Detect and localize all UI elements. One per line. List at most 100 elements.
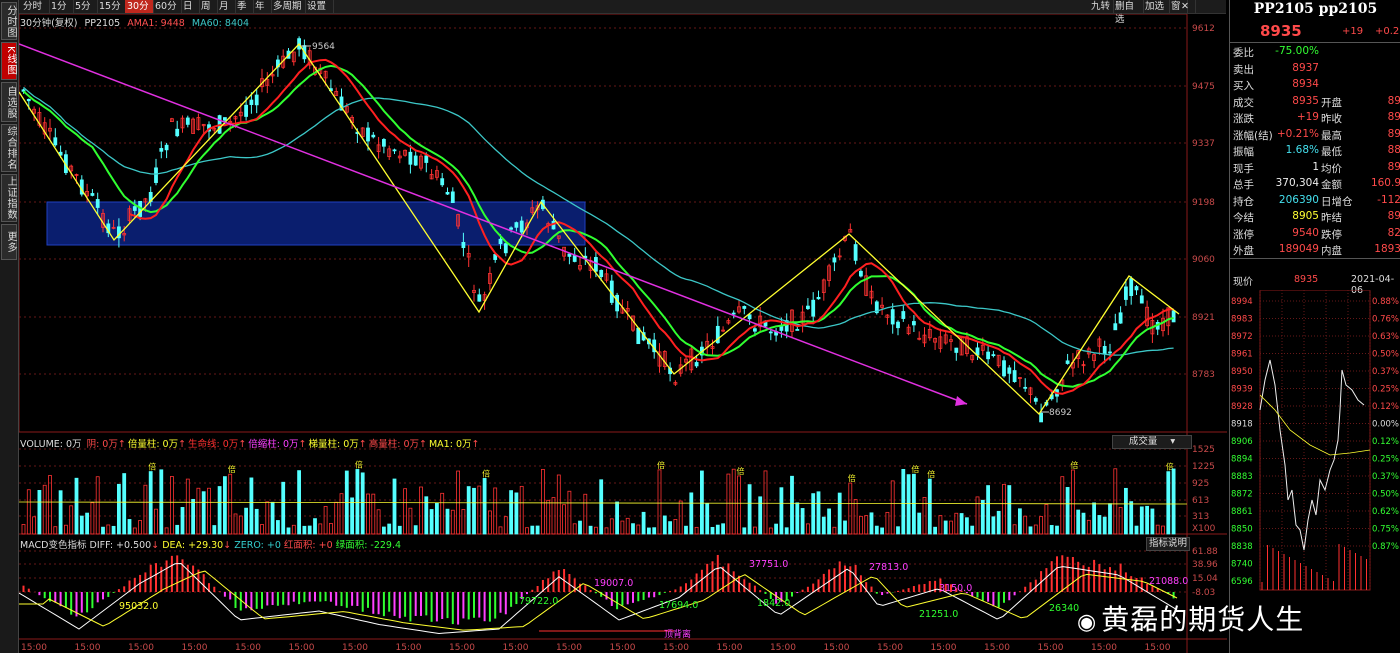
volume-bar bbox=[413, 525, 418, 535]
indicator-help-button[interactable]: 指标说明 bbox=[1146, 537, 1190, 551]
candle bbox=[1113, 323, 1118, 331]
period-tab-8[interactable]: 月 bbox=[217, 0, 236, 13]
time-axis-label: 15:00 bbox=[182, 643, 208, 653]
volume-bar bbox=[482, 478, 487, 535]
volume-bar bbox=[180, 507, 185, 535]
mini-price-tick: 8906 bbox=[1231, 437, 1253, 447]
candle bbox=[519, 220, 524, 233]
volume-bar bbox=[381, 526, 386, 535]
weibo-icon: ◉ bbox=[1077, 610, 1098, 635]
period-tab-9[interactable]: 季 bbox=[235, 0, 254, 13]
macd-area-label: 3150.0 bbox=[939, 583, 972, 594]
mini-pct-tick: 0.50% bbox=[1372, 350, 1399, 360]
toolbar-right-button-2[interactable]: 加选 bbox=[1143, 0, 1170, 13]
volume-bar bbox=[1134, 525, 1139, 535]
candle bbox=[1065, 360, 1070, 364]
volume-bar bbox=[848, 482, 853, 535]
volume-bar bbox=[1012, 524, 1017, 535]
volume-bar bbox=[323, 506, 328, 535]
candle bbox=[408, 151, 413, 165]
volume-bar bbox=[970, 525, 975, 535]
volume-indicator-dropdown[interactable]: 成交量 ▾ bbox=[1112, 435, 1192, 449]
candle bbox=[795, 329, 800, 331]
period-tab-10[interactable]: 年 bbox=[253, 0, 272, 13]
tab-kline[interactable]: K线图 bbox=[1, 42, 17, 80]
quote-row-label: 持仓 bbox=[1233, 195, 1254, 208]
volume-bar bbox=[965, 517, 969, 535]
period-tab-0[interactable]: 分时 bbox=[21, 0, 50, 13]
volume-bar bbox=[185, 478, 190, 535]
time-axis-label: 15:00 bbox=[770, 643, 796, 653]
volume-bar bbox=[191, 498, 196, 535]
mini-price-tick: 8972 bbox=[1231, 332, 1253, 342]
mini-pct-tick: 0.88% bbox=[1372, 297, 1399, 307]
volume-bar bbox=[74, 477, 79, 535]
time-axis-label: 15:00 bbox=[503, 643, 529, 653]
high-label: 9564 bbox=[312, 42, 335, 52]
toolbar-right-button-0[interactable]: 九转 bbox=[1089, 0, 1114, 13]
volume-bar bbox=[906, 474, 911, 535]
volume-bar bbox=[328, 522, 333, 535]
quote-row-value: +19 bbox=[1296, 111, 1319, 123]
period-tab-12[interactable]: 设置 bbox=[305, 0, 334, 13]
toolbar-right-button-1[interactable]: 删自选 bbox=[1113, 0, 1144, 25]
quote-row-label: 涨幅(结) bbox=[1233, 129, 1273, 142]
candle bbox=[912, 321, 916, 326]
volume-bar bbox=[434, 502, 439, 535]
volume-bar bbox=[117, 483, 121, 535]
volume-bar bbox=[1049, 525, 1054, 535]
volume-bar bbox=[880, 527, 884, 535]
volume-bar bbox=[567, 490, 572, 535]
volume-bar bbox=[684, 525, 688, 535]
period-tab-5[interactable]: 60分 bbox=[153, 0, 182, 13]
quote-row-value2: 160.9 bbox=[1370, 177, 1400, 189]
time-axis-label: 15:00 bbox=[128, 643, 154, 653]
tab-index[interactable]: 上证指数 bbox=[1, 174, 17, 222]
candle bbox=[1171, 310, 1176, 323]
quote-row-value: 8935 bbox=[1292, 94, 1319, 107]
tab-timeshare[interactable]: 分时图 bbox=[1, 2, 17, 40]
mini-price-tick: 8950 bbox=[1231, 367, 1253, 377]
volume-bar bbox=[673, 518, 678, 535]
period-tab-4[interactable]: 30分 bbox=[125, 0, 154, 13]
volume-bar bbox=[318, 523, 323, 535]
quote-row: 涨停 9540 跌停 82 bbox=[1233, 227, 1400, 242]
quote-row-label: 总手 bbox=[1233, 179, 1254, 191]
period-tab-2[interactable]: 5分 bbox=[73, 0, 98, 13]
volume-bar bbox=[286, 527, 291, 535]
divider bbox=[1230, 42, 1400, 43]
volume-legend-5: 高量柱: 0万 bbox=[368, 439, 420, 450]
period-tab-3[interactable]: 15分 bbox=[97, 0, 126, 13]
volume-bar bbox=[556, 474, 561, 535]
period-tab-1[interactable]: 1分 bbox=[49, 0, 74, 13]
quote-row: 今结 8905 昨结 89 bbox=[1233, 210, 1400, 225]
period-tab-11[interactable]: 多周期 bbox=[271, 0, 306, 13]
kline-chart[interactable]: 9612 9475 9337 9198 9060 8921 8783 9564 8692 1525… bbox=[19, 14, 1227, 653]
candle bbox=[498, 238, 503, 245]
quote-row-value2: 89 bbox=[1387, 127, 1400, 140]
mini-pct-tick: 0.37% bbox=[1372, 472, 1399, 482]
tab-ranking[interactable]: 综合排名 bbox=[1, 124, 17, 172]
volume-bar bbox=[1076, 509, 1081, 535]
ma60-label: MA60: 8404 bbox=[191, 18, 250, 29]
tab-more[interactable]: 更多 bbox=[1, 224, 17, 260]
candle bbox=[366, 127, 370, 142]
candle bbox=[95, 199, 100, 208]
close-icon[interactable]: ✕ bbox=[1179, 0, 1196, 13]
tab-watchlist[interactable]: 自选股 bbox=[1, 82, 17, 122]
volume-bar bbox=[774, 523, 778, 535]
volume-bar bbox=[196, 487, 201, 535]
period-tab-7[interactable]: 周 bbox=[199, 0, 218, 13]
period-tab-6[interactable]: 日 bbox=[181, 0, 200, 13]
mini-pct-tick: 0.25% bbox=[1372, 385, 1399, 395]
volume-bar bbox=[350, 497, 355, 535]
quote-row-label: 振幅 bbox=[1233, 146, 1254, 158]
volume-bar bbox=[201, 491, 206, 535]
quote-row-label: 外盘 bbox=[1233, 245, 1254, 257]
candle bbox=[132, 206, 137, 211]
volume-bar bbox=[477, 485, 482, 535]
time-axis-label: 15:00 bbox=[931, 643, 957, 653]
volume-bar bbox=[647, 527, 651, 535]
macd-tick: 15.04 bbox=[1192, 574, 1218, 584]
volume-bar bbox=[1092, 502, 1096, 535]
